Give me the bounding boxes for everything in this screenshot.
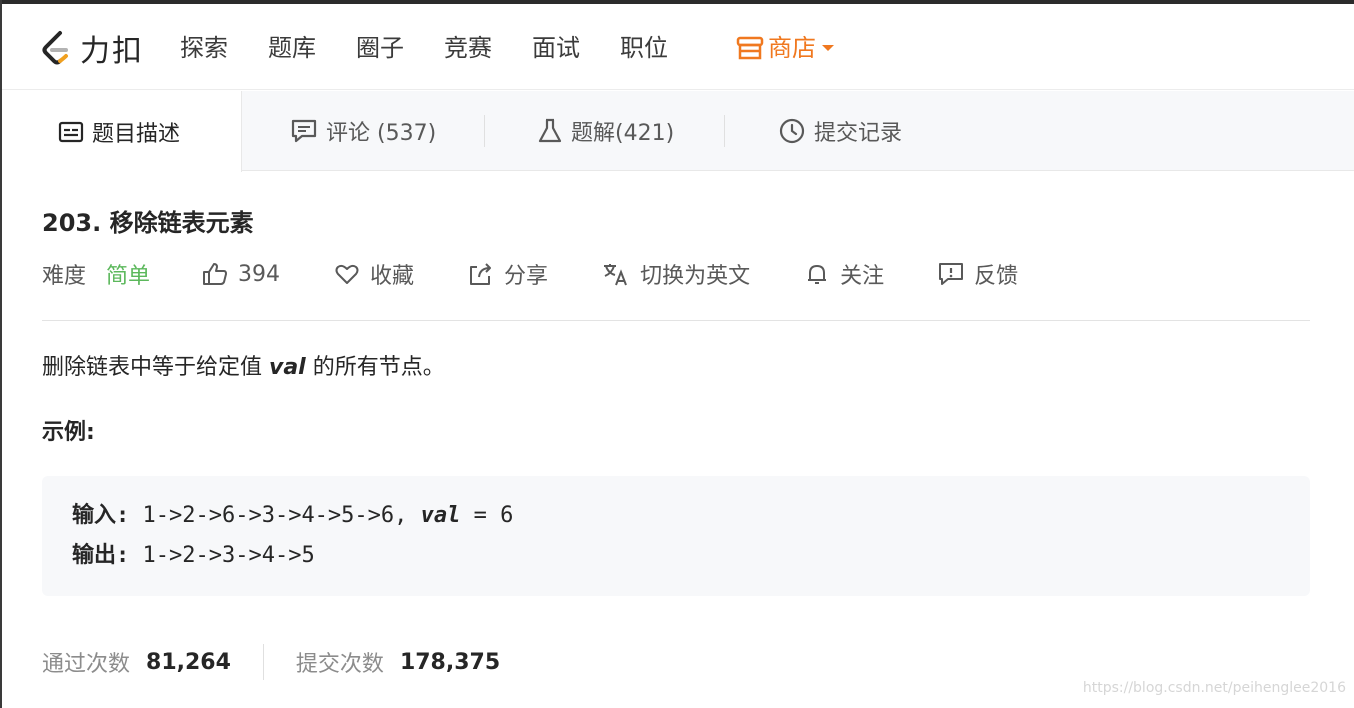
problem-description: 删除链表中等于给定值 val 的所有节点。 <box>42 350 445 386</box>
watermark: https://blog.csdn.net/peihenglee2016 <box>1082 680 1346 696</box>
tab-comments-label: 评论 (537) <box>326 121 437 146</box>
example-code-block: 输入: 1->2->6->3->4->5->6, val = 6 输出: 1->… <box>42 476 1310 596</box>
logo-text: 力扣 <box>80 34 144 69</box>
tab-divider <box>484 115 485 147</box>
difficulty-label: 难度 <box>42 264 87 289</box>
chevron-down-icon <box>822 45 834 51</box>
output-label: 输出: <box>72 543 130 568</box>
share-label: 分享 <box>504 264 549 289</box>
output-value: 1->2->3->4->5 <box>142 543 315 568</box>
tab-submissions-label: 提交记录 <box>814 121 903 146</box>
heart-icon <box>335 264 359 284</box>
feedback-icon <box>939 263 964 285</box>
description-val: val <box>269 355 306 380</box>
favorite-label: 收藏 <box>370 264 415 289</box>
feedback-label: 反馈 <box>974 264 1019 289</box>
accepted-label: 通过次数 <box>42 652 131 677</box>
difficulty: 难度 简单 <box>42 258 150 290</box>
input-value: 1->2->6->3->4->5->6, <box>142 503 408 528</box>
nav-store-dropdown[interactable]: 商店 <box>736 30 834 66</box>
nav-item-circle[interactable]: 圈子 <box>356 30 404 66</box>
submission-stats: 通过次数 81,264 提交次数 178,375 <box>42 644 500 680</box>
submitted-label: 提交次数 <box>295 652 384 677</box>
input-label: 输入: <box>72 503 130 528</box>
nav-item-problems[interactable]: 题库 <box>268 30 316 66</box>
input-equals: = 6 <box>460 503 514 528</box>
feedback-button[interactable]: 反馈 <box>938 258 1018 290</box>
description-icon <box>58 121 84 142</box>
accepted-count: 81,264 <box>146 649 231 675</box>
description-text-before: 删除链表中等于给定值 <box>42 355 269 380</box>
nav-item-interview[interactable]: 面试 <box>532 30 580 66</box>
description-text-after: 的所有节点。 <box>305 355 445 380</box>
tab-description[interactable]: 题目描述 <box>2 91 242 172</box>
nav-menu: 探索 题库 圈子 竞赛 面试 职位 <box>180 30 708 66</box>
follow-label: 关注 <box>840 264 885 289</box>
tab-submissions[interactable]: 提交记录 <box>778 91 902 171</box>
problem-meta-row: 难度 简单 394 收藏 分享 切换为英文 关注 反馈 <box>42 256 1018 292</box>
tab-solutions[interactable]: 题解(421) <box>537 91 674 171</box>
translate-label: 切换为英文 <box>640 264 751 289</box>
example-input-line: 输入: 1->2->6->3->4->5->6, val = 6 <box>72 496 1280 536</box>
store-icon <box>736 36 764 60</box>
logo[interactable]: 力扣 <box>40 28 144 69</box>
flask-icon <box>538 118 562 143</box>
stats-divider <box>262 644 264 680</box>
submitted-count: 178,375 <box>399 649 501 675</box>
like-count: 394 <box>238 261 281 287</box>
problem-title: 203. 移除链表元素 <box>42 209 254 237</box>
meta-divider <box>42 320 1310 321</box>
share-icon <box>470 263 492 285</box>
translate-icon <box>604 264 627 286</box>
comment-icon <box>291 119 317 143</box>
bell-icon <box>808 265 827 284</box>
thumbs-up-icon <box>203 263 228 285</box>
top-navbar: 力扣 探索 题库 圈子 竞赛 面试 职位 商店 <box>2 4 1354 90</box>
translate-button[interactable]: 切换为英文 <box>602 258 750 290</box>
example-output-line: 输出: 1->2->3->4->5 <box>72 536 1280 576</box>
difficulty-value: 简单 <box>106 264 151 289</box>
input-val-keyword: val <box>420 503 461 528</box>
tab-solutions-label: 题解(421) <box>571 121 675 146</box>
clock-icon <box>779 118 805 144</box>
share-button[interactable]: 分享 <box>468 258 548 290</box>
tab-divider <box>724 115 725 147</box>
store-label: 商店 <box>768 34 816 62</box>
tab-comments[interactable]: 评论 (537) <box>290 91 436 171</box>
leetcode-logo-icon <box>42 31 68 65</box>
follow-button[interactable]: 关注 <box>804 258 884 290</box>
tab-description-label: 题目描述 <box>92 121 181 147</box>
like-button[interactable]: 394 <box>202 262 280 287</box>
problem-tabs: 题目描述 评论 (537) 题解(421) 提交记录 <box>2 91 1354 172</box>
nav-item-explore[interactable]: 探索 <box>180 30 228 66</box>
nav-item-contest[interactable]: 竞赛 <box>444 30 492 66</box>
nav-item-jobs[interactable]: 职位 <box>620 30 668 66</box>
example-heading: 示例: <box>42 420 95 445</box>
favorite-button[interactable]: 收藏 <box>334 258 414 290</box>
